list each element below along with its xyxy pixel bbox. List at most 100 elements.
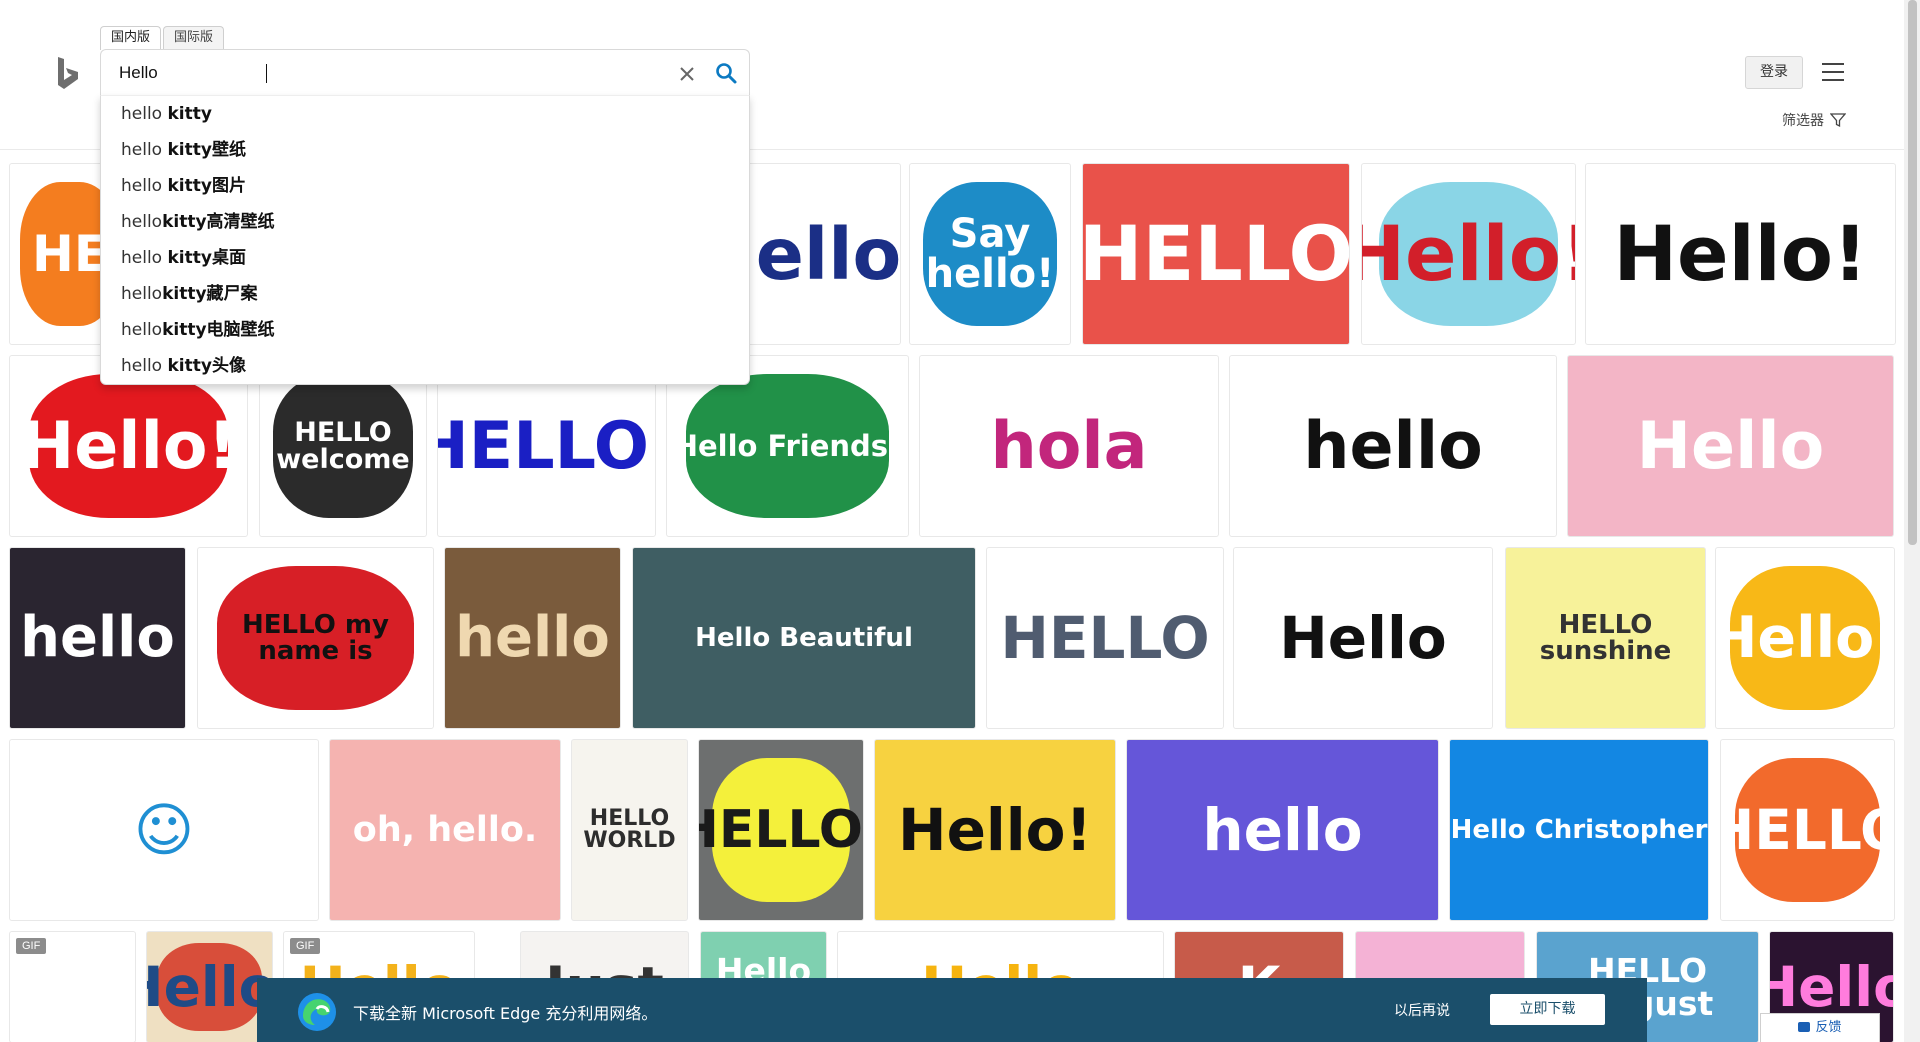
suggestion-prefix: hello	[121, 176, 168, 196]
image-text: hello	[1303, 408, 1483, 484]
suggestion-completion: kitty桌面	[167, 248, 246, 268]
suggestion-item[interactable]: hellokitty藏尸案	[101, 276, 749, 312]
edge-download-banner: 下载全新 Microsoft Edge 充分利用网络。 以后再说 立即下载	[257, 978, 1647, 1042]
suggestion-item[interactable]: hello kitty壁纸	[101, 132, 749, 168]
later-link[interactable]: 以后再说	[1394, 1000, 1450, 1020]
image-text: hello	[1202, 796, 1363, 864]
suggestion-completion: kitty电脑壁纸	[162, 320, 275, 340]
tab-international[interactable]: 国际版	[163, 26, 225, 50]
login-button[interactable]: 登录	[1745, 56, 1803, 89]
image-text: ☺	[133, 796, 195, 864]
image-result-tile[interactable]: Hello	[1234, 548, 1492, 728]
hamburger-menu-icon[interactable]	[1822, 63, 1844, 83]
edge-logo-icon	[298, 993, 336, 1031]
scrollbar-thumb[interactable]	[1908, 0, 1917, 545]
image-result-tile[interactable]: Hello Beautiful	[633, 548, 975, 728]
suggestion-prefix: hello	[121, 284, 163, 304]
image-result-tile[interactable]: Hello!	[1362, 164, 1575, 344]
image-text: Hello Beautiful	[695, 623, 913, 653]
image-text: Hello!	[1362, 209, 1575, 298]
image-result-tile[interactable]: hola	[920, 356, 1218, 536]
scope-tabs: 国内版 国际版	[100, 26, 226, 50]
suggestion-completion: kitty头像	[167, 356, 246, 376]
image-text: Hello	[1279, 604, 1447, 672]
menu-line	[1822, 79, 1844, 81]
suggestion-completion: kitty高清壁纸	[162, 212, 275, 232]
image-text: hello	[20, 605, 175, 670]
image-result-tile[interactable]: Hello!	[147, 932, 272, 1042]
image-result-tile[interactable]: HELLO sunshine	[1506, 548, 1705, 728]
image-text: Say hello!	[925, 211, 1055, 297]
image-result-tile[interactable]: HELLO my name is	[198, 548, 433, 728]
image-result-tile[interactable]: Hello!	[730, 164, 900, 344]
image-text: hola	[990, 408, 1148, 484]
suggestion-item[interactable]: hello kitty图片	[101, 168, 749, 204]
image-result-tile[interactable]: ☺	[10, 740, 318, 920]
download-now-button[interactable]: 立即下载	[1490, 994, 1605, 1025]
suggestion-item[interactable]: hello kitty头像	[101, 348, 749, 384]
gif-badge: GIF	[290, 938, 321, 954]
filter-funnel-icon	[1830, 113, 1846, 128]
image-result-tile[interactable]: Hello!	[1586, 164, 1895, 344]
image-result-tile[interactable]: GIF	[10, 932, 135, 1042]
image-result-tile[interactable]: oh, hello.	[330, 740, 560, 920]
suggestion-item[interactable]: hellokitty电脑壁纸	[101, 312, 749, 348]
suggestion-prefix: hello	[121, 104, 168, 124]
suggestion-prefix: hello	[121, 140, 168, 160]
search-box	[100, 49, 750, 95]
image-result-tile[interactable]: HELLO	[1721, 740, 1894, 920]
image-text: HELLO	[1083, 209, 1349, 298]
image-text: HELLO WORLD	[583, 806, 676, 853]
text-caret	[266, 64, 267, 83]
suggestion-completion: kitty壁纸	[167, 140, 246, 160]
suggestion-prefix: hello	[121, 212, 163, 232]
image-result-tile[interactable]: Hello	[1568, 356, 1893, 536]
tab-domestic[interactable]: 国内版	[100, 26, 162, 50]
clear-icon[interactable]	[676, 63, 698, 85]
image-text: Hello	[1636, 408, 1825, 484]
image-result-tile[interactable]: HELLO	[987, 548, 1223, 728]
image-result-tile[interactable]: hello	[10, 548, 185, 728]
image-text: HELLO	[1000, 604, 1210, 672]
image-text: HELLO	[1721, 797, 1894, 862]
search-input[interactable]	[119, 60, 619, 86]
chat-bubble-icon	[1798, 1022, 1811, 1032]
search-icon[interactable]	[714, 61, 738, 85]
suggestion-prefix: hello	[121, 248, 168, 268]
menu-line	[1822, 63, 1844, 65]
gif-badge: GIF	[16, 938, 47, 954]
image-text: oh, hello.	[352, 809, 538, 850]
image-result-tile[interactable]: hello	[1127, 740, 1438, 920]
image-text: Hello!	[730, 212, 900, 296]
feedback-button[interactable]: 反馈	[1760, 1013, 1880, 1042]
image-text: Hello Christopher	[1450, 815, 1708, 845]
image-result-tile[interactable]: HELLO	[1083, 164, 1349, 344]
image-result-tile[interactable]: HELLO!	[699, 740, 863, 920]
menu-line	[1822, 71, 1844, 73]
image-result-tile[interactable]: hello	[1230, 356, 1556, 536]
autosuggest-list: hello kitty hello kitty壁纸 hello kitty图片 …	[100, 95, 750, 385]
image-result-tile[interactable]: Hello Christopher	[1450, 740, 1708, 920]
image-text: hello	[455, 605, 610, 670]
image-text: Hello!	[147, 954, 272, 1019]
suggestion-prefix: hello	[121, 320, 163, 340]
image-text: Hello!	[1613, 209, 1868, 298]
filter-button[interactable]: 筛选器	[1782, 110, 1846, 130]
suggestion-item[interactable]: hellokitty高清壁纸	[101, 204, 749, 240]
suggestion-item[interactable]: hello kitty	[101, 96, 749, 132]
suggestion-item[interactable]: hello kitty桌面	[101, 240, 749, 276]
image-result-tile[interactable]: Hello!	[875, 740, 1115, 920]
image-result-tile[interactable]: Hello!	[1716, 548, 1894, 728]
filter-label: 筛选器	[1782, 113, 1824, 129]
image-result-tile[interactable]: Say hello!	[910, 164, 1070, 344]
page-scrollbar[interactable]	[1904, 0, 1920, 1042]
image-result-tile[interactable]: HELLO WORLD	[572, 740, 687, 920]
edge-banner-message: 下载全新 Microsoft Edge 充分利用网络。	[353, 1004, 658, 1023]
image-result-tile[interactable]: hello	[445, 548, 620, 728]
suggestion-completion: kitty	[167, 104, 212, 124]
image-text: Hello!	[898, 796, 1092, 864]
suggestion-completion: kitty藏尸案	[162, 284, 258, 304]
suggestion-completion: kitty图片	[167, 176, 246, 196]
bing-logo-icon[interactable]	[56, 56, 82, 90]
feedback-label: 反馈	[1815, 1020, 1842, 1035]
